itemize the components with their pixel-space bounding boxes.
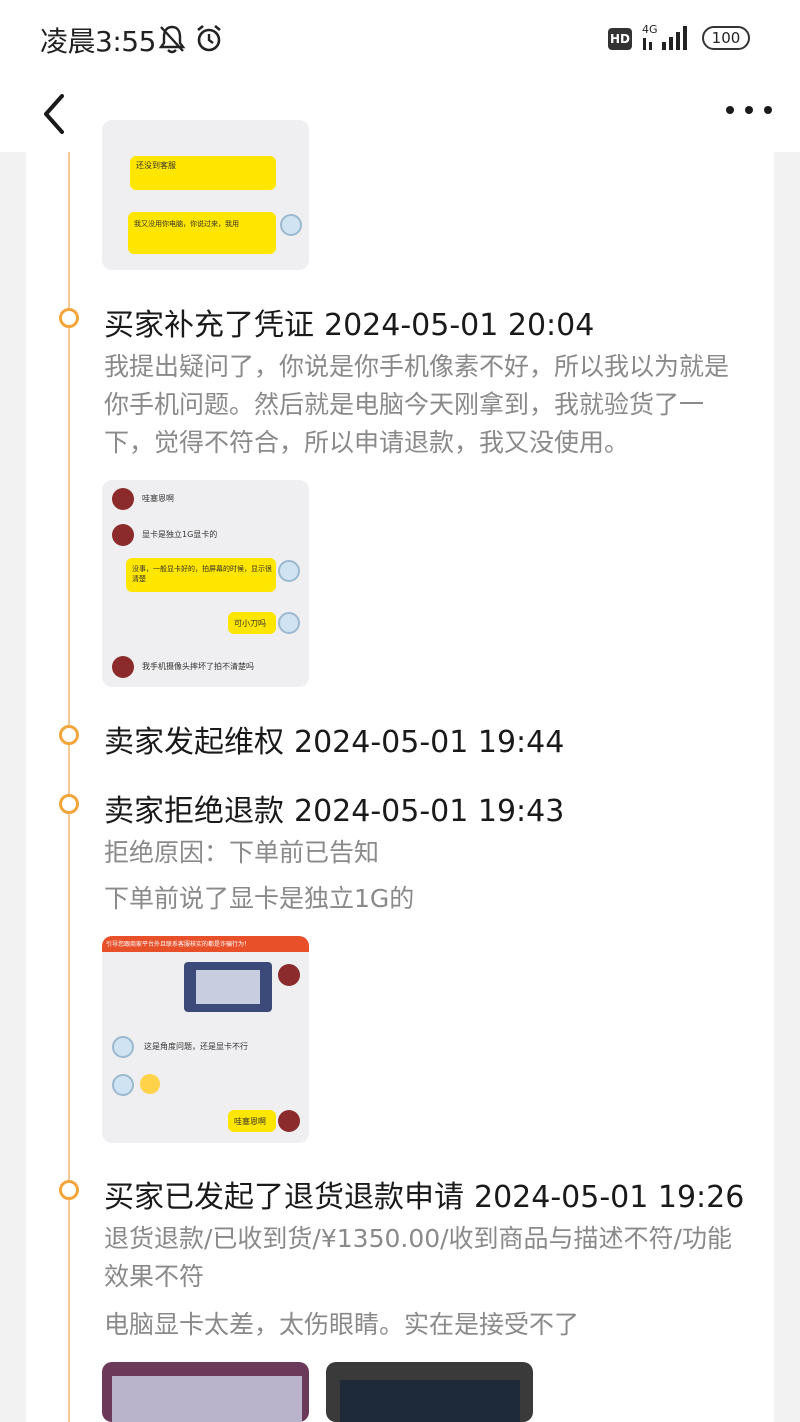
- evidence-image-laptop-2[interactable]: [326, 1362, 533, 1422]
- timeline-dot: [59, 308, 79, 328]
- avatar: [278, 1110, 300, 1132]
- chat-text: 显卡是独立1G显卡的: [142, 530, 218, 539]
- avatar: [280, 214, 302, 236]
- avatar: [278, 964, 300, 986]
- chat-text: 我又没用你电脑，你说过来，我用: [134, 220, 239, 228]
- signal-4g-icon: 4G: [642, 23, 687, 50]
- chat-text: 哇塞恩啊: [142, 494, 174, 503]
- event-time: 2024-05-01 20:04: [324, 308, 595, 343]
- avatar: [278, 612, 300, 634]
- event-title: 买家补充了凭证 2024-05-01 20:04: [104, 300, 594, 344]
- refuse-reason: 拒绝原因：下单前已告知: [104, 838, 380, 867]
- event-title: 卖家拒绝退款 2024-05-01 19:43: [104, 786, 564, 830]
- event-title-text: 卖家拒绝退款: [104, 794, 284, 829]
- event-desc: 下单前说了显卡是独立1G的: [104, 884, 415, 913]
- event-title-text: 买家补充了凭证: [104, 308, 314, 343]
- chat-text: 我手机摄像头摔坏了拍不清楚吗: [142, 662, 254, 671]
- event-time: 2024-05-01 19:26: [474, 1180, 745, 1215]
- warning-text: 引导您跟商家平台外且联系客服核实的都是诈骗行为！: [106, 941, 251, 948]
- emoji: [140, 1074, 160, 1094]
- network-label: 4G: [642, 23, 658, 36]
- chat-text: 没事，一般显卡好的，拍屏幕的时候，显示很清楚: [132, 565, 272, 583]
- event-desc: 我提出疑问了，你说是你手机像素不好，所以我以为就是你手机问题。然后就是电脑今天刚…: [104, 352, 730, 457]
- event-title-text: 买家已发起了退货退款申请: [104, 1180, 464, 1215]
- chat-bubble: 还没到客服: [130, 156, 276, 190]
- chat-text: 哇塞恩啊: [234, 1117, 266, 1126]
- evidence-image-laptop-1[interactable]: [102, 1362, 309, 1422]
- event-title: 买家已发起了退货退款申请 2024-05-01 19:26: [104, 1172, 744, 1216]
- evidence-image-chat[interactable]: 哇塞恩啊 显卡是独立1G显卡的 没事，一般显卡好的，拍屏幕的时候，显示很清楚 可…: [102, 480, 309, 687]
- event-desc: 电脑显卡太差，太伤眼睛。实在是接受不了: [104, 1310, 580, 1339]
- hd-icon: HD: [608, 28, 632, 50]
- event-title-text: 卖家发起维权: [104, 725, 284, 760]
- avatar: [112, 524, 134, 546]
- avatar: [278, 560, 300, 582]
- alarm-clock-icon: [197, 24, 221, 52]
- status-time: 凌晨3:55: [40, 25, 156, 58]
- timeline-line: [68, 152, 70, 1422]
- chat-text: 可小刀吗: [234, 619, 266, 628]
- bell-muted-icon: [158, 25, 186, 54]
- more-dots-icon[interactable]: [724, 100, 774, 120]
- event-time: 2024-05-01 19:44: [294, 725, 565, 760]
- avatar: [112, 656, 134, 678]
- chat-bubble: 没事，一般显卡好的，拍屏幕的时候，显示很清楚: [126, 558, 276, 592]
- avatar: [112, 1036, 134, 1058]
- timeline-dot: [59, 794, 79, 814]
- event-time: 2024-05-01 19:43: [294, 794, 565, 829]
- timeline-dot: [59, 1180, 79, 1200]
- avatar: [112, 488, 134, 510]
- evidence-image-photo-chat[interactable]: 引导您跟商家平台外且联系客服核实的都是诈骗行为！ 这是角度问题，还是显卡不行 哇…: [102, 936, 309, 1143]
- battery-icon: 100: [702, 26, 750, 50]
- chat-bubble: 我又没用你电脑，你说过来，我用: [128, 212, 276, 254]
- refund-detail: 退货退款/已收到货/¥1350.00/收到商品与描述不符/功能效果不符: [104, 1224, 732, 1291]
- laptop-photo: [184, 962, 272, 1012]
- chat-bubble: 可小刀吗: [228, 612, 276, 634]
- evidence-image-top[interactable]: 还没到客服 我又没用你电脑，你说过来，我用: [102, 120, 309, 270]
- chat-text: 这是角度问题，还是显卡不行: [144, 1042, 248, 1051]
- status-bar: 凌晨3:55 HD 4G 100: [0, 0, 800, 76]
- event-title: 卖家发起维权 2024-05-01 19:44: [104, 717, 564, 761]
- chat-text: 还没到客服: [136, 161, 176, 170]
- warning-banner: 引导您跟商家平台外且联系客服核实的都是诈骗行为！: [102, 936, 309, 952]
- timeline-dot: [59, 725, 79, 745]
- back-arrow-icon[interactable]: [34, 86, 74, 142]
- chat-bubble: 哇塞恩啊: [228, 1110, 276, 1132]
- avatar: [112, 1074, 134, 1096]
